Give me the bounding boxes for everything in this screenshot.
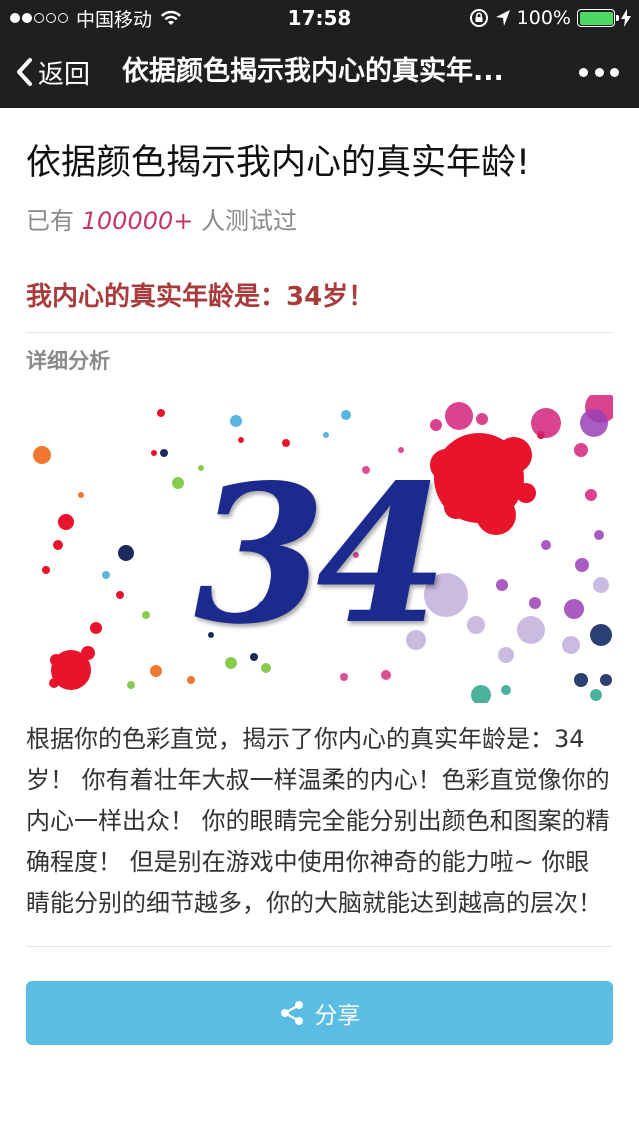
more-button[interactable]: [579, 60, 619, 84]
article-content: 依据颜色揭示我内心的真实年龄! 已有 100000+ 人测试过 我内心的真实年龄…: [26, 108, 613, 1045]
chevron-left-icon: [17, 58, 32, 86]
tested-prefix: 已有: [26, 207, 74, 235]
share-icon: [280, 1001, 303, 1025]
nav-title: 依据颜色揭示我内心的真实年...: [122, 56, 504, 87]
share-label: 分享: [314, 1003, 361, 1029]
tested-count-line: 已有 100000+ 人测试过: [26, 206, 613, 236]
share-button[interactable]: 分享: [26, 981, 613, 1045]
more-dots-icon: [579, 67, 588, 77]
back-label: 返回: [38, 59, 91, 90]
analysis-text: 根据你的色彩直觉，揭示了你内心的真实年龄是：34岁！ 你有着壮年大叔一样温柔的内…: [26, 725, 610, 917]
result-image: 34: [26, 395, 613, 703]
status-right: 100%: [469, 6, 631, 30]
hero-age-number: 34: [193, 443, 448, 666]
divider: [26, 332, 613, 333]
section-label: 详细分析: [26, 349, 110, 373]
tested-suffix: 人测试过: [201, 207, 298, 235]
result-text: 我内心的真实年龄是：34岁！: [26, 282, 375, 312]
battery-icon: [577, 9, 619, 27]
battery-percent: 100%: [516, 7, 571, 29]
bolt-icon: [621, 9, 631, 27]
divider: [26, 946, 613, 947]
page-title: 依据颜色揭示我内心的真实年龄!: [26, 143, 531, 183]
tested-count: 100000+: [81, 207, 194, 235]
back-button[interactable]: 返回: [14, 54, 90, 90]
navigation-bar: 返回 依据颜色揭示我内心的真实年...: [0, 36, 639, 108]
status-bar: 中国移动 17:58 100%: [0, 0, 639, 36]
rotation-lock-icon: [469, 9, 488, 27]
location-arrow-icon: [495, 10, 510, 26]
